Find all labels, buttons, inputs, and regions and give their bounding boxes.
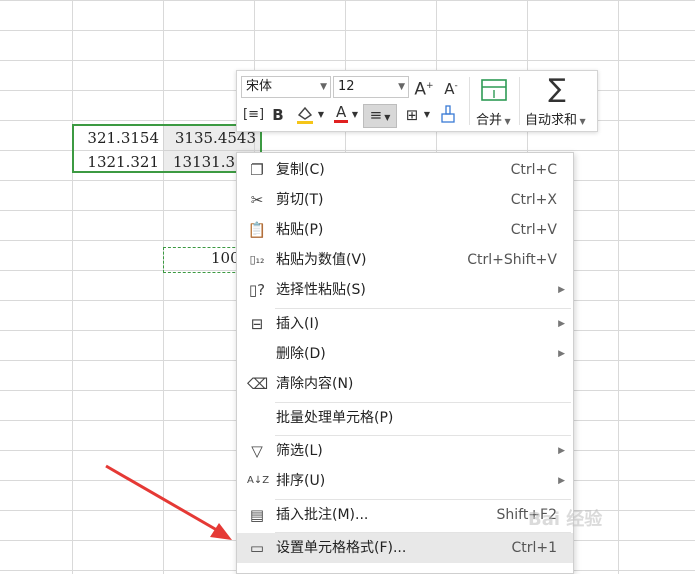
annotation-arrow: [105, 464, 232, 540]
watermark: Bai 经验: [528, 509, 603, 530]
